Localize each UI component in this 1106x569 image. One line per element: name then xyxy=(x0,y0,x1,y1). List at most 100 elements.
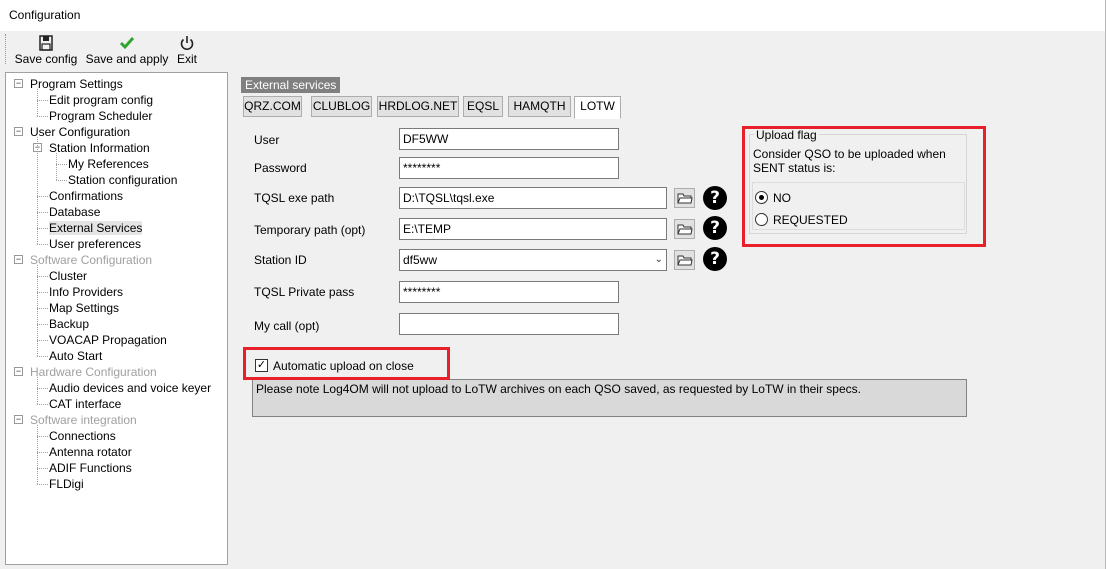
tree-connector xyxy=(37,436,48,437)
temp-path-browse-button[interactable] xyxy=(674,219,695,239)
save-config-label: Save config xyxy=(14,52,78,66)
station-id-browse-button[interactable] xyxy=(674,250,695,270)
tree-item-fldigi[interactable]: FLDigi xyxy=(49,477,84,491)
tree-connector xyxy=(37,265,38,356)
tree-item-software-integration[interactable]: Software integration xyxy=(30,413,137,427)
tree-connector xyxy=(37,276,48,277)
tree-item-station-configuration[interactable]: Station configuration xyxy=(68,173,177,187)
tree-connector xyxy=(37,388,48,389)
password-input[interactable]: ******** xyxy=(399,157,619,179)
toolbar-grip xyxy=(5,34,6,64)
tree-item-connections[interactable]: Connections xyxy=(49,429,116,443)
tree-connector xyxy=(56,153,57,180)
tree-connector xyxy=(56,180,67,181)
tree-item-audio-devices-and-voice-keyer[interactable]: Audio devices and voice keyer xyxy=(49,381,211,395)
tree-item-program-settings[interactable]: Program Settings xyxy=(30,77,123,91)
user-label: User xyxy=(254,133,280,147)
save-and-apply-label: Save and apply xyxy=(85,52,169,66)
tab-qrz[interactable]: QRZ.COM xyxy=(243,96,302,117)
tab-lotw[interactable]: LOTW xyxy=(574,96,621,119)
tree-expander-icon[interactable]: − xyxy=(14,367,23,376)
floppy-disk-icon xyxy=(39,35,53,51)
temp-path-label: Temporary path (opt) xyxy=(254,223,366,237)
tree-connector xyxy=(37,292,48,293)
folder-icon xyxy=(677,255,693,266)
tree-connector xyxy=(37,212,48,213)
tree-expander-icon[interactable]: − xyxy=(14,415,23,424)
tree-connector xyxy=(37,404,48,405)
save-and-apply-button[interactable]: Save and apply xyxy=(85,34,169,66)
user-input[interactable]: DF5WW xyxy=(399,128,619,150)
tree-item-user-preferences[interactable]: User preferences xyxy=(49,237,141,251)
tree-connector xyxy=(37,324,48,325)
tree-item-database[interactable]: Database xyxy=(49,205,100,219)
lotw-note: Please note Log4OM will not upload to Lo… xyxy=(252,379,967,417)
station-id-value: df5ww xyxy=(403,253,438,267)
tree-item-cat-interface[interactable]: CAT interface xyxy=(49,397,121,411)
tab-clublog[interactable]: CLUBLOG xyxy=(311,96,372,117)
tree-expander-icon[interactable]: − xyxy=(14,79,23,88)
folder-icon xyxy=(677,193,693,204)
tab-hrdlog[interactable]: HRDLOG.NET xyxy=(377,96,459,117)
tree-expander-icon[interactable]: − xyxy=(14,127,23,136)
tree-connector xyxy=(37,89,38,116)
tree-item-user-configuration[interactable]: User Configuration xyxy=(30,125,130,139)
tree-connector xyxy=(37,484,48,485)
tree-item-antenna-rotator[interactable]: Antenna rotator xyxy=(49,445,132,459)
tab-eqsl[interactable]: EQSL xyxy=(463,96,503,117)
tqsl-path-help-icon[interactable]: ? xyxy=(703,186,727,210)
temp-path-input[interactable]: E:\TEMP xyxy=(399,218,667,240)
tree-expander-icon[interactable]: − xyxy=(14,255,23,264)
tree-connector xyxy=(37,228,48,229)
exit-label: Exit xyxy=(176,52,197,66)
station-id-select[interactable]: df5ww ⌄ xyxy=(399,249,667,271)
tree-item-software-configuration[interactable]: Software Configuration xyxy=(30,253,152,267)
toolbar: Save config Save and apply Exit xyxy=(0,31,1106,69)
tab-hamqth[interactable]: HAMQTH xyxy=(508,96,571,117)
save-config-button[interactable]: Save config xyxy=(13,34,79,66)
exit-button[interactable]: Exit xyxy=(174,34,200,66)
tree-item-confirmations[interactable]: Confirmations xyxy=(49,189,123,203)
window-title: Configuration xyxy=(9,8,81,22)
tree-connector xyxy=(37,196,48,197)
station-id-label: Station ID xyxy=(254,253,307,267)
tree-item-auto-start[interactable]: Auto Start xyxy=(49,349,102,363)
tree-item-map-settings[interactable]: Map Settings xyxy=(49,301,119,315)
tree-connector xyxy=(56,164,67,165)
tree-item-cluster[interactable]: Cluster xyxy=(49,269,87,283)
tree-connector xyxy=(37,452,48,453)
tree-connector xyxy=(37,356,48,357)
tree-item-hardware-configuration[interactable]: Hardware Configuration xyxy=(30,365,157,379)
tqsl-path-label: TQSL exe path xyxy=(254,191,335,205)
tree-item-edit-program-config[interactable]: Edit program config xyxy=(49,93,153,107)
tree-item-program-scheduler[interactable]: Program Scheduler xyxy=(49,109,152,123)
settings-tree[interactable]: − Program Settings Edit program config Prog… xyxy=(5,72,228,565)
tqsl-path-input[interactable]: D:\TQSL\tqsl.exe xyxy=(399,187,667,209)
power-icon xyxy=(180,36,194,51)
tree-item-info-providers[interactable]: Info Providers xyxy=(49,285,123,299)
password-label: Password xyxy=(254,161,307,175)
tree-connector xyxy=(37,100,48,101)
tree-connector xyxy=(37,468,48,469)
tree-item-voacap-propagation[interactable]: VOACAP Propagation xyxy=(49,333,167,347)
temp-path-help-icon[interactable]: ? xyxy=(703,216,727,240)
tqsl-path-browse-button[interactable] xyxy=(674,188,695,208)
private-pass-input[interactable]: ******** xyxy=(399,281,619,303)
private-pass-label: TQSL Private pass xyxy=(254,285,355,299)
chevron-down-icon: ⌄ xyxy=(654,254,663,265)
tree-connector xyxy=(37,244,48,245)
my-call-input[interactable] xyxy=(399,313,619,335)
station-id-help-icon[interactable]: ? xyxy=(703,247,727,271)
tree-item-my-references[interactable]: My References xyxy=(68,157,149,171)
tree-item-station-information[interactable]: Station Information xyxy=(49,141,150,155)
tree-item-adif-functions[interactable]: ADIF Functions xyxy=(49,461,132,475)
tree-connector xyxy=(37,137,38,244)
tree-connector xyxy=(37,340,48,341)
tree-connector xyxy=(37,377,38,404)
title-bar: Configuration xyxy=(0,0,1106,31)
tree-item-backup[interactable]: Backup xyxy=(49,317,89,331)
tree-item-external-services[interactable]: External Services xyxy=(49,221,143,235)
folder-icon xyxy=(677,224,693,235)
group-label: External services xyxy=(241,77,341,93)
green-check-icon xyxy=(119,37,135,50)
